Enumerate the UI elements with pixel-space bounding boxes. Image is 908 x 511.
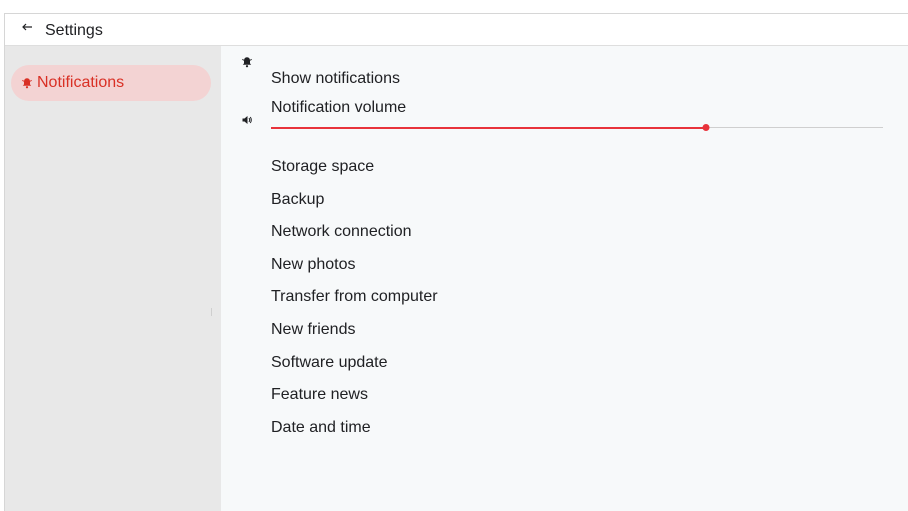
slider-thumb[interactable] xyxy=(702,124,710,131)
sidebar-item-label: Notifications xyxy=(37,74,125,91)
setting-row: Software update xyxy=(271,351,891,375)
notification-volume-slider[interactable] xyxy=(271,124,883,132)
setting-row: Date and time xyxy=(271,416,891,440)
setting-label: Software update xyxy=(271,353,388,371)
settings-content: Show notifications Notification volume S… xyxy=(221,46,908,511)
sidebar-resize-handle[interactable] xyxy=(211,308,212,316)
settings-window: Settings Notifications Show notification… xyxy=(4,13,908,511)
show-notifications-label: Show notifications xyxy=(271,70,400,87)
setting-row: Storage space xyxy=(271,155,891,179)
setting-label: Transfer from computer xyxy=(271,288,438,306)
bell-icon xyxy=(242,57,252,68)
setting-label: New photos xyxy=(271,255,356,273)
title-bar: Settings xyxy=(5,14,908,46)
setting-label: New friends xyxy=(271,321,356,338)
setting-row: New photos xyxy=(271,253,891,277)
sidebar-item-notifications[interactable]: Notifications xyxy=(11,65,211,101)
setting-row: Network connection xyxy=(271,220,891,244)
setting-row: Backup xyxy=(271,188,891,212)
notification-volume-row: Notification volume xyxy=(271,96,891,120)
setting-label: Storage space xyxy=(271,158,375,175)
setting-row: Transfer from computer xyxy=(271,285,891,309)
speaker-icon xyxy=(242,116,252,124)
show-notifications-row: Show notifications xyxy=(271,67,891,91)
setting-label: Backup xyxy=(271,190,325,208)
setting-label: Feature news xyxy=(271,386,368,404)
notification-volume-label: Notification volume xyxy=(271,99,407,116)
page-title: Settings xyxy=(45,22,103,39)
setting-row: New friends xyxy=(271,318,891,342)
setting-label: Network connection xyxy=(271,223,412,241)
setting-label: Date and time xyxy=(271,418,371,436)
setting-row: Feature news xyxy=(271,383,891,407)
sidebar: Notifications xyxy=(5,46,221,511)
arrow-back-icon[interactable] xyxy=(21,21,33,33)
slider-fill xyxy=(271,127,706,129)
bell-icon xyxy=(22,78,32,89)
